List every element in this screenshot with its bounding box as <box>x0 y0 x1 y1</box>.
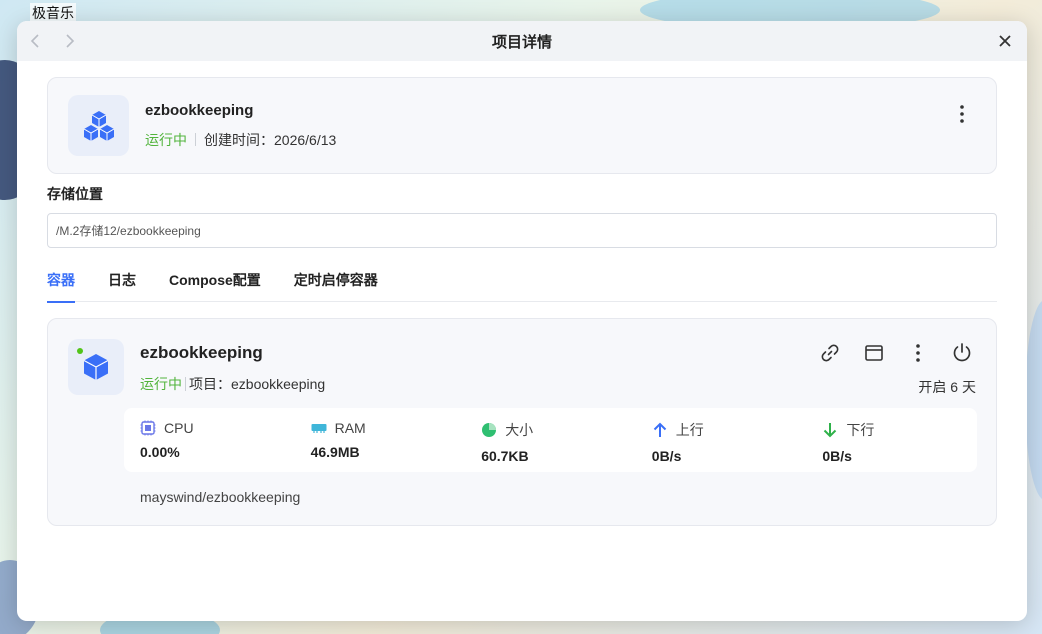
desktop-app-label[interactable]: 极音乐 <box>30 3 76 23</box>
stat-cpu-label: CPU <box>164 420 194 436</box>
project-info: ezbookkeeping 运行中 创建时间： 2026/6/13 <box>145 102 336 150</box>
tab-logs[interactable]: 日志 <box>108 266 136 302</box>
created-date: 2026/6/13 <box>274 131 337 148</box>
stat-download: 下行 0B/s <box>806 408 977 472</box>
project-more-button[interactable] <box>950 102 974 126</box>
project-meta: 运行中 创建时间： 2026/6/13 <box>145 130 336 150</box>
container-uptime: 开启 6 天 <box>918 379 976 395</box>
stat-download-label: 下行 <box>846 422 875 438</box>
chevron-left-icon <box>30 34 39 48</box>
project-card: ezbookkeeping 运行中 创建时间： 2026/6/13 <box>47 77 997 174</box>
window-title: 项目详情 <box>491 33 552 51</box>
tab-bar: 容器 日志 Compose配置 定时启停容器 <box>47 266 997 303</box>
cubes-icon <box>83 110 114 141</box>
cpu-icon <box>140 420 156 436</box>
terminal-button[interactable] <box>862 341 886 365</box>
stat-ram-label: RAM <box>334 420 366 436</box>
project-status: 运行中 <box>145 131 187 148</box>
created-label: 创建时间： <box>204 131 274 148</box>
close-icon <box>999 35 1011 47</box>
stat-size-label: 大小 <box>505 422 534 438</box>
stat-upload-value: 0B/s <box>651 448 682 464</box>
ram-icon <box>311 424 327 433</box>
stat-size-value: 60.7KB <box>481 448 529 464</box>
arrow-down-icon <box>824 423 837 438</box>
stat-download-value: 0B/s <box>822 448 852 464</box>
tab-schedule[interactable]: 定时启停容器 <box>294 266 378 302</box>
terminal-window-icon <box>865 345 883 361</box>
window-titlebar: 项目详情 <box>17 21 1027 61</box>
kebab-icon <box>960 105 964 123</box>
power-button[interactable] <box>950 341 974 365</box>
tab-compose-config[interactable]: Compose配置 <box>169 266 261 302</box>
storage-label: 存储位置 <box>47 186 103 202</box>
window-content: ezbookkeeping 运行中 创建时间： 2026/6/13 存储位置 容… <box>17 61 1027 526</box>
stat-upload-label: 上行 <box>675 422 704 438</box>
stat-ram-value: 46.9MB <box>310 444 360 460</box>
stat-cpu: CPU 0.00% <box>124 408 295 472</box>
container-project-name: ezbookkeeping <box>231 376 326 392</box>
container-actions <box>798 341 974 365</box>
container-meta: 运行中 项目： ezbookkeeping <box>140 374 325 394</box>
arrow-up-icon <box>653 422 666 437</box>
container-more-button[interactable] <box>906 341 930 365</box>
stat-upload: 上行 0B/s <box>636 408 807 472</box>
forward-button[interactable] <box>60 31 80 51</box>
project-detail-window: 项目详情 ezbookkeeping 运行中 创建时间： 2026/6/13 存… <box>17 21 1027 621</box>
stat-cpu-value: 0.00% <box>140 444 180 460</box>
link-icon <box>821 344 839 362</box>
tab-containers[interactable]: 容器 <box>47 266 75 303</box>
stat-ram: RAM 46.9MB <box>295 408 466 472</box>
divider <box>195 133 196 146</box>
container-card[interactable]: ezbookkeeping 运行中 项目： ezbookkeeping 开启 6… <box>47 318 997 526</box>
storage-path-field[interactable] <box>47 213 997 248</box>
back-button[interactable] <box>25 31 45 51</box>
cube-icon <box>83 354 109 380</box>
container-image: mayswind/ezbookkeeping <box>140 489 301 505</box>
container-status: 运行中 <box>140 376 182 392</box>
wallpaper-blob <box>1025 300 1042 500</box>
chevron-right-icon <box>66 34 75 48</box>
container-project-label: 项目： <box>189 376 231 392</box>
container-stats: CPU 0.00% RAM 46.9MB 大小 60.7KB 上行 0B/s 下… <box>124 408 977 472</box>
pie-icon <box>482 423 497 437</box>
divider <box>185 377 186 391</box>
project-icon <box>68 95 129 156</box>
close-button[interactable] <box>995 31 1015 51</box>
project-name: ezbookkeeping <box>145 101 254 119</box>
stat-size: 大小 60.7KB <box>465 408 636 472</box>
container-icon <box>68 339 124 395</box>
container-name: ezbookkeeping <box>140 343 263 362</box>
kebab-icon <box>916 344 920 362</box>
link-button[interactable] <box>818 341 842 365</box>
running-dot <box>77 348 83 354</box>
power-icon <box>953 343 971 362</box>
